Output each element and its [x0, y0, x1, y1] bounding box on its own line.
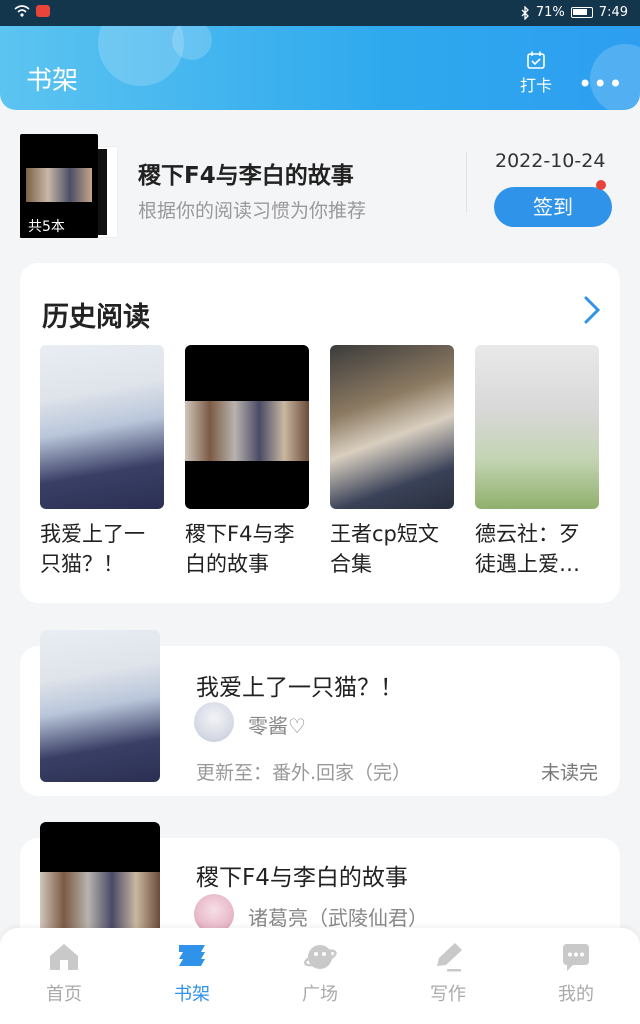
clock: 7:49 [598, 5, 628, 20]
book-cover [40, 345, 164, 509]
notification-app-icon [36, 5, 50, 17]
status-bar: 71% 7:49 [0, 0, 640, 26]
bookshelf-icon [179, 945, 205, 966]
stacked-cover [96, 146, 118, 238]
sign-in-button[interactable]: 签到 [494, 187, 612, 227]
book-cover [40, 630, 160, 782]
decor-bubble [172, 26, 212, 60]
divider [466, 152, 467, 212]
nav-label: 书架 [174, 984, 210, 1005]
nav-label: 首页 [46, 984, 82, 1005]
update-progress: 更新至：番外.回家（完） [196, 762, 412, 784]
read-status: 未读完 [540, 762, 598, 784]
checkin-date: 2022-10-24 [495, 150, 606, 172]
cover-image [26, 168, 92, 202]
notification-dot [596, 180, 606, 190]
bluetooth-icon [521, 5, 529, 20]
app-header: 书架 打卡 ••• [0, 26, 640, 110]
history-book-name: 稷下F4与李白的故事 [185, 522, 295, 576]
chat-bubble-icon [563, 944, 589, 971]
planet-icon [303, 945, 337, 969]
nav-label: 广场 [302, 984, 338, 1005]
decor-bubble [98, 26, 184, 86]
book-title: 我爱上了一只猫？！ [196, 675, 403, 701]
more-menu-button[interactable]: ••• [578, 70, 623, 98]
nav-write[interactable]: 写作 [398, 940, 498, 1006]
chevron-right-icon[interactable] [582, 295, 602, 325]
book-count-badge: 共5本 [20, 214, 98, 238]
nav-plaza[interactable]: 广场 [270, 940, 370, 1006]
book-title: 稷下F4与李白的故事 [196, 865, 408, 891]
calendar-check-icon [527, 51, 545, 69]
nav-mine[interactable]: 我的 [526, 940, 626, 1006]
battery-percent: 71% [535, 5, 565, 20]
history-book[interactable]: 我爱上了一只猫？！ [40, 345, 164, 579]
nav-bookshelf[interactable]: 书架 [142, 940, 242, 1006]
book-cover [330, 345, 454, 509]
recommendation-banner[interactable]: 共5本 稷下F4与李白的故事 根据你的阅读习惯为你推荐 2022-10-24 签… [0, 110, 640, 260]
history-book-name: 德云社：歹徒遇上爱… [475, 522, 580, 576]
page-title: 书架 [26, 66, 79, 96]
shelf-book-entry[interactable]: 我爱上了一只猫？！ 零酱♡ 更新至：番外.回家（完） 未读完 [20, 630, 620, 796]
home-icon [50, 944, 78, 970]
recommendation-title[interactable]: 稷下F4与李白的故事 [138, 156, 354, 190]
author-name: 诸葛亮（武陵仙君） [248, 906, 428, 930]
pen-icon [437, 943, 462, 972]
battery-icon [570, 7, 593, 18]
history-book[interactable]: 稷下F4与李白的故事 [185, 345, 309, 579]
history-title: 历史阅读 [42, 302, 150, 333]
history-book-name: 王者cp短文合集 [330, 522, 439, 576]
wifi-icon [14, 5, 30, 17]
nav-label: 写作 [430, 984, 466, 1005]
nav-label: 我的 [558, 984, 594, 1005]
bottom-navigation: 首页 书架 广场 写作 我的 [0, 928, 640, 1024]
checkin-button[interactable]: 打卡 [514, 50, 558, 96]
history-book[interactable]: 王者cp短文合集 [330, 345, 454, 579]
history-book-name: 我爱上了一只猫？！ [40, 522, 145, 576]
book-cover [475, 345, 599, 509]
nav-home[interactable]: 首页 [14, 940, 114, 1006]
checkin-label: 打卡 [519, 76, 552, 95]
history-book[interactable]: 德云社：歹徒遇上爱… [475, 345, 599, 579]
author-avatar [194, 702, 234, 742]
recommendation-subtitle: 根据你的阅读习惯为你推荐 [138, 200, 367, 222]
author-name: 零酱♡ [248, 714, 306, 738]
history-reading-card: 历史阅读 我爱上了一只猫？！ 稷下F4与李白的故事 王者cp短文合集 德云社：歹… [20, 263, 620, 603]
book-cover [185, 345, 309, 509]
